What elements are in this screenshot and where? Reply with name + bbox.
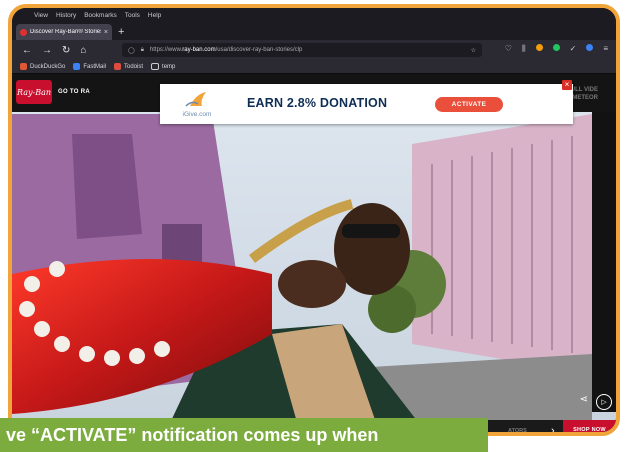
tab-close-icon[interactable]: × [104,29,108,36]
extension-icon-green[interactable] [552,44,560,51]
profile-icon[interactable] [586,44,594,51]
back-icon[interactable]: ← [22,45,32,56]
favicon-icon [20,28,27,36]
toolbar-icons: ♡ ⫼ ✓ ≡ [505,44,608,54]
shop-now-button[interactable]: SHOP NOW [563,420,616,432]
chevron-right-icon[interactable]: › [551,425,555,432]
bookmark-todoist[interactable]: Todoist [114,63,143,70]
shield-icon: ◯ [128,47,135,54]
new-tab-button[interactable]: + [118,24,124,40]
bookmarks-bar: DuckDuckGo FastMail Todoist temp [12,60,616,74]
menu-item-view[interactable]: View [34,12,48,19]
video-controls: ⋖ ▷ [580,394,612,410]
donation-title: EARN 2.8% DONATION [247,96,388,110]
tab-title: Discover Ray-Ban® Stories Fac [30,29,101,35]
reload-icon[interactable]: ↻ [62,45,70,56]
duckduckgo-icon [20,63,27,70]
igive-logo: iGive.com [172,90,222,118]
menu-item-tools[interactable]: Tools [125,12,140,19]
menu-item-help[interactable]: Help [148,12,161,19]
extension-icon-honey[interactable] [535,44,543,51]
extension-icon-igive[interactable]: ✓ [570,44,577,54]
caption-overlay: ve “ACTIVATE” notification comes up when [0,418,488,452]
menu-icon[interactable]: ≡ [603,44,608,54]
address-bar[interactable]: ◯ 🔒︎ https://www.ray-ban.com/usa/discove… [122,43,482,57]
lock-icon: 🔒︎ [140,46,144,53]
bookmark-duckduckgo[interactable]: DuckDuckGo [20,63,65,70]
play-icon[interactable]: ▷ [596,394,612,410]
hero-video[interactable] [12,74,616,436]
activate-button[interactable]: ACTIVATE [435,97,503,112]
browser-tab[interactable]: Discover Ray-Ban® Stories Fac × [16,24,112,40]
page-content: Ray-Ban GO TO RA WATCH FULL VIDE ND METE… [12,74,616,436]
menu-item-bookmarks[interactable]: Bookmarks [84,12,117,19]
igive-notification-banner: iGive.com EARN 2.8% DONATION ACTIVATE × [160,80,573,124]
bookmark-fastmail[interactable]: FastMail [73,63,106,70]
pocket-icon[interactable]: ♡ [505,44,512,54]
igive-logo-text: iGive.com [182,111,212,118]
home-icon[interactable]: ⌂ [80,45,86,56]
library-icon[interactable]: ⫼ [522,44,526,54]
tab-strip: Discover Ray-Ban® Stories Fac × + [12,22,616,40]
bookmark-temp[interactable]: temp [151,63,175,70]
folder-icon [151,63,160,70]
forward-icon[interactable]: → [42,45,52,56]
goto-link[interactable]: GO TO RA [58,89,90,95]
navigation-bar: ← → ↻ ⌂ ◯ 🔒︎ https://www.ray-ban.com/usa… [12,40,616,60]
close-icon[interactable]: × [562,80,572,90]
bottom-nav-label[interactable]: ATORS [508,428,527,432]
ray-ban-logo[interactable]: Ray-Ban [16,80,52,104]
browser-window: View History Bookmarks Tools Help Discov… [8,4,620,436]
star-icon[interactable]: ☆ [471,47,476,54]
menu-bar: View History Bookmarks Tools Help [12,8,616,22]
todoist-icon [114,63,122,70]
fastmail-icon [73,63,81,70]
menu-item-history[interactable]: History [56,12,76,19]
url-text: https://www.ray-ban.com/usa/discover-ray… [149,47,303,53]
igive-bird-icon [185,92,206,107]
share-icon[interactable]: ⋖ [580,394,588,410]
